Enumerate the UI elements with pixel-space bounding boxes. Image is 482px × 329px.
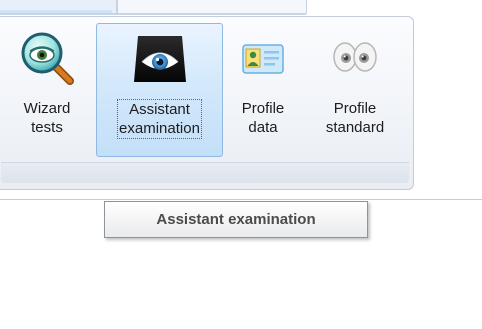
profile-data-label: Profile data: [241, 100, 285, 136]
ribbon-group-footer: [1, 162, 409, 183]
profile-standard-label: Profile standard: [325, 100, 385, 136]
id-card-icon: [236, 31, 290, 85]
assistant-examination-button[interactable]: Assistant examination: [96, 23, 223, 157]
tooltip-text: Assistant examination: [156, 211, 316, 228]
profile-data-button[interactable]: Profile data: [231, 23, 295, 157]
tab-active-accent: [0, 10, 112, 13]
top-tab-strip: [0, 0, 482, 16]
profile-standard-button[interactable]: Profile standard: [303, 23, 407, 157]
magnifier-eye-icon: [20, 31, 74, 85]
ribbon-group: Wizard tests Assistant examination Profi…: [0, 16, 414, 190]
tab-rule: [0, 14, 306, 15]
eye-scanner-icon: [128, 32, 192, 86]
tooltip: Assistant examination: [104, 201, 368, 238]
wizard-tests-button[interactable]: Wizard tests: [5, 23, 89, 157]
wizard-tests-label: Wizard tests: [23, 100, 71, 136]
eyes-icon: [328, 31, 382, 85]
ribbon-separator: [0, 199, 482, 200]
assistant-examination-label: Assistant examination: [117, 99, 202, 139]
tab-right[interactable]: [117, 0, 307, 14]
